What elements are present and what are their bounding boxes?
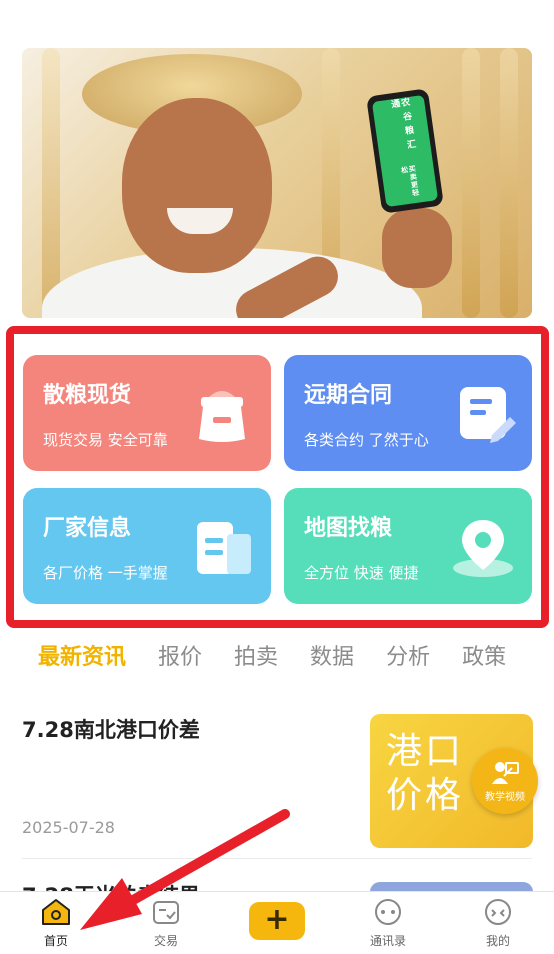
tab-policy[interactable]: 政策 bbox=[462, 640, 506, 680]
news-title: 7.28南北港口价差 bbox=[22, 718, 200, 742]
tile-forward-contract[interactable]: 远期合同 各类合约 了然于心 bbox=[284, 355, 532, 471]
nav-label: 通讯录 bbox=[369, 934, 406, 948]
tile-subtitle: 各类合约 了然于心 bbox=[304, 431, 429, 449]
tutorial-video-button[interactable]: 教学视频 bbox=[472, 748, 538, 814]
tab-analysis[interactable]: 分析 bbox=[386, 640, 430, 680]
annotation-arrow bbox=[80, 809, 290, 930]
teacher-icon bbox=[492, 761, 519, 784]
category-tabs: 最新资讯 报价 拍卖 数据 分析 政策 bbox=[38, 640, 554, 680]
tab-auction[interactable]: 拍卖 bbox=[234, 640, 278, 680]
phone-illustration: 农 谷 粮 汇 通 买卖更轻松 bbox=[366, 88, 444, 214]
nav-contacts[interactable]: 通讯录 bbox=[348, 898, 428, 949]
wheat-decoration bbox=[500, 48, 518, 318]
contacts-icon bbox=[375, 899, 401, 925]
tile-title: 地图找粮 bbox=[304, 516, 393, 541]
tile-title: 厂家信息 bbox=[43, 516, 132, 541]
profile-icon bbox=[485, 899, 511, 925]
tab-quotes[interactable]: 报价 bbox=[158, 640, 202, 680]
map-pin-icon bbox=[453, 520, 513, 577]
tutorial-video-label: 教学视频 bbox=[485, 791, 525, 803]
tab-latest-news[interactable]: 最新资讯 bbox=[38, 640, 126, 680]
hero-banner[interactable]: 农 谷 粮 汇 通 买卖更轻松 bbox=[22, 48, 532, 318]
nav-mine[interactable]: 我的 bbox=[458, 898, 538, 949]
wheat-decoration bbox=[462, 48, 480, 318]
phone-slogan: 买卖更轻松 bbox=[400, 164, 421, 198]
tile-bulk-grain-spot[interactable]: 散粮现货 现货交易 安全可靠 bbox=[23, 355, 271, 471]
tile-map-grain[interactable]: 地图找粮 全方位 快速 便捷 bbox=[284, 488, 532, 604]
holding-hand bbox=[382, 208, 452, 288]
farmer-face bbox=[122, 98, 272, 273]
wheat-decoration bbox=[42, 48, 60, 318]
tile-subtitle: 现货交易 安全可靠 bbox=[43, 431, 168, 449]
tile-title: 散粮现货 bbox=[43, 383, 132, 408]
grain-sack-icon bbox=[199, 391, 245, 442]
tile-subtitle: 各厂价格 一手掌握 bbox=[43, 564, 168, 582]
tile-subtitle: 全方位 快速 便捷 bbox=[304, 564, 419, 582]
tab-data[interactable]: 数据 bbox=[310, 640, 354, 680]
contract-note-icon bbox=[460, 387, 516, 443]
nav-label: 我的 bbox=[485, 934, 510, 948]
tile-title: 远期合同 bbox=[304, 383, 393, 408]
tile-factory-info[interactable]: 厂家信息 各厂价格 一手掌握 bbox=[23, 488, 271, 604]
factory-building-icon bbox=[197, 522, 251, 574]
phone-app-name: 农 谷 粮 汇 通 bbox=[388, 97, 416, 151]
phone-screen: 农 谷 粮 汇 通 买卖更轻松 bbox=[371, 94, 439, 208]
